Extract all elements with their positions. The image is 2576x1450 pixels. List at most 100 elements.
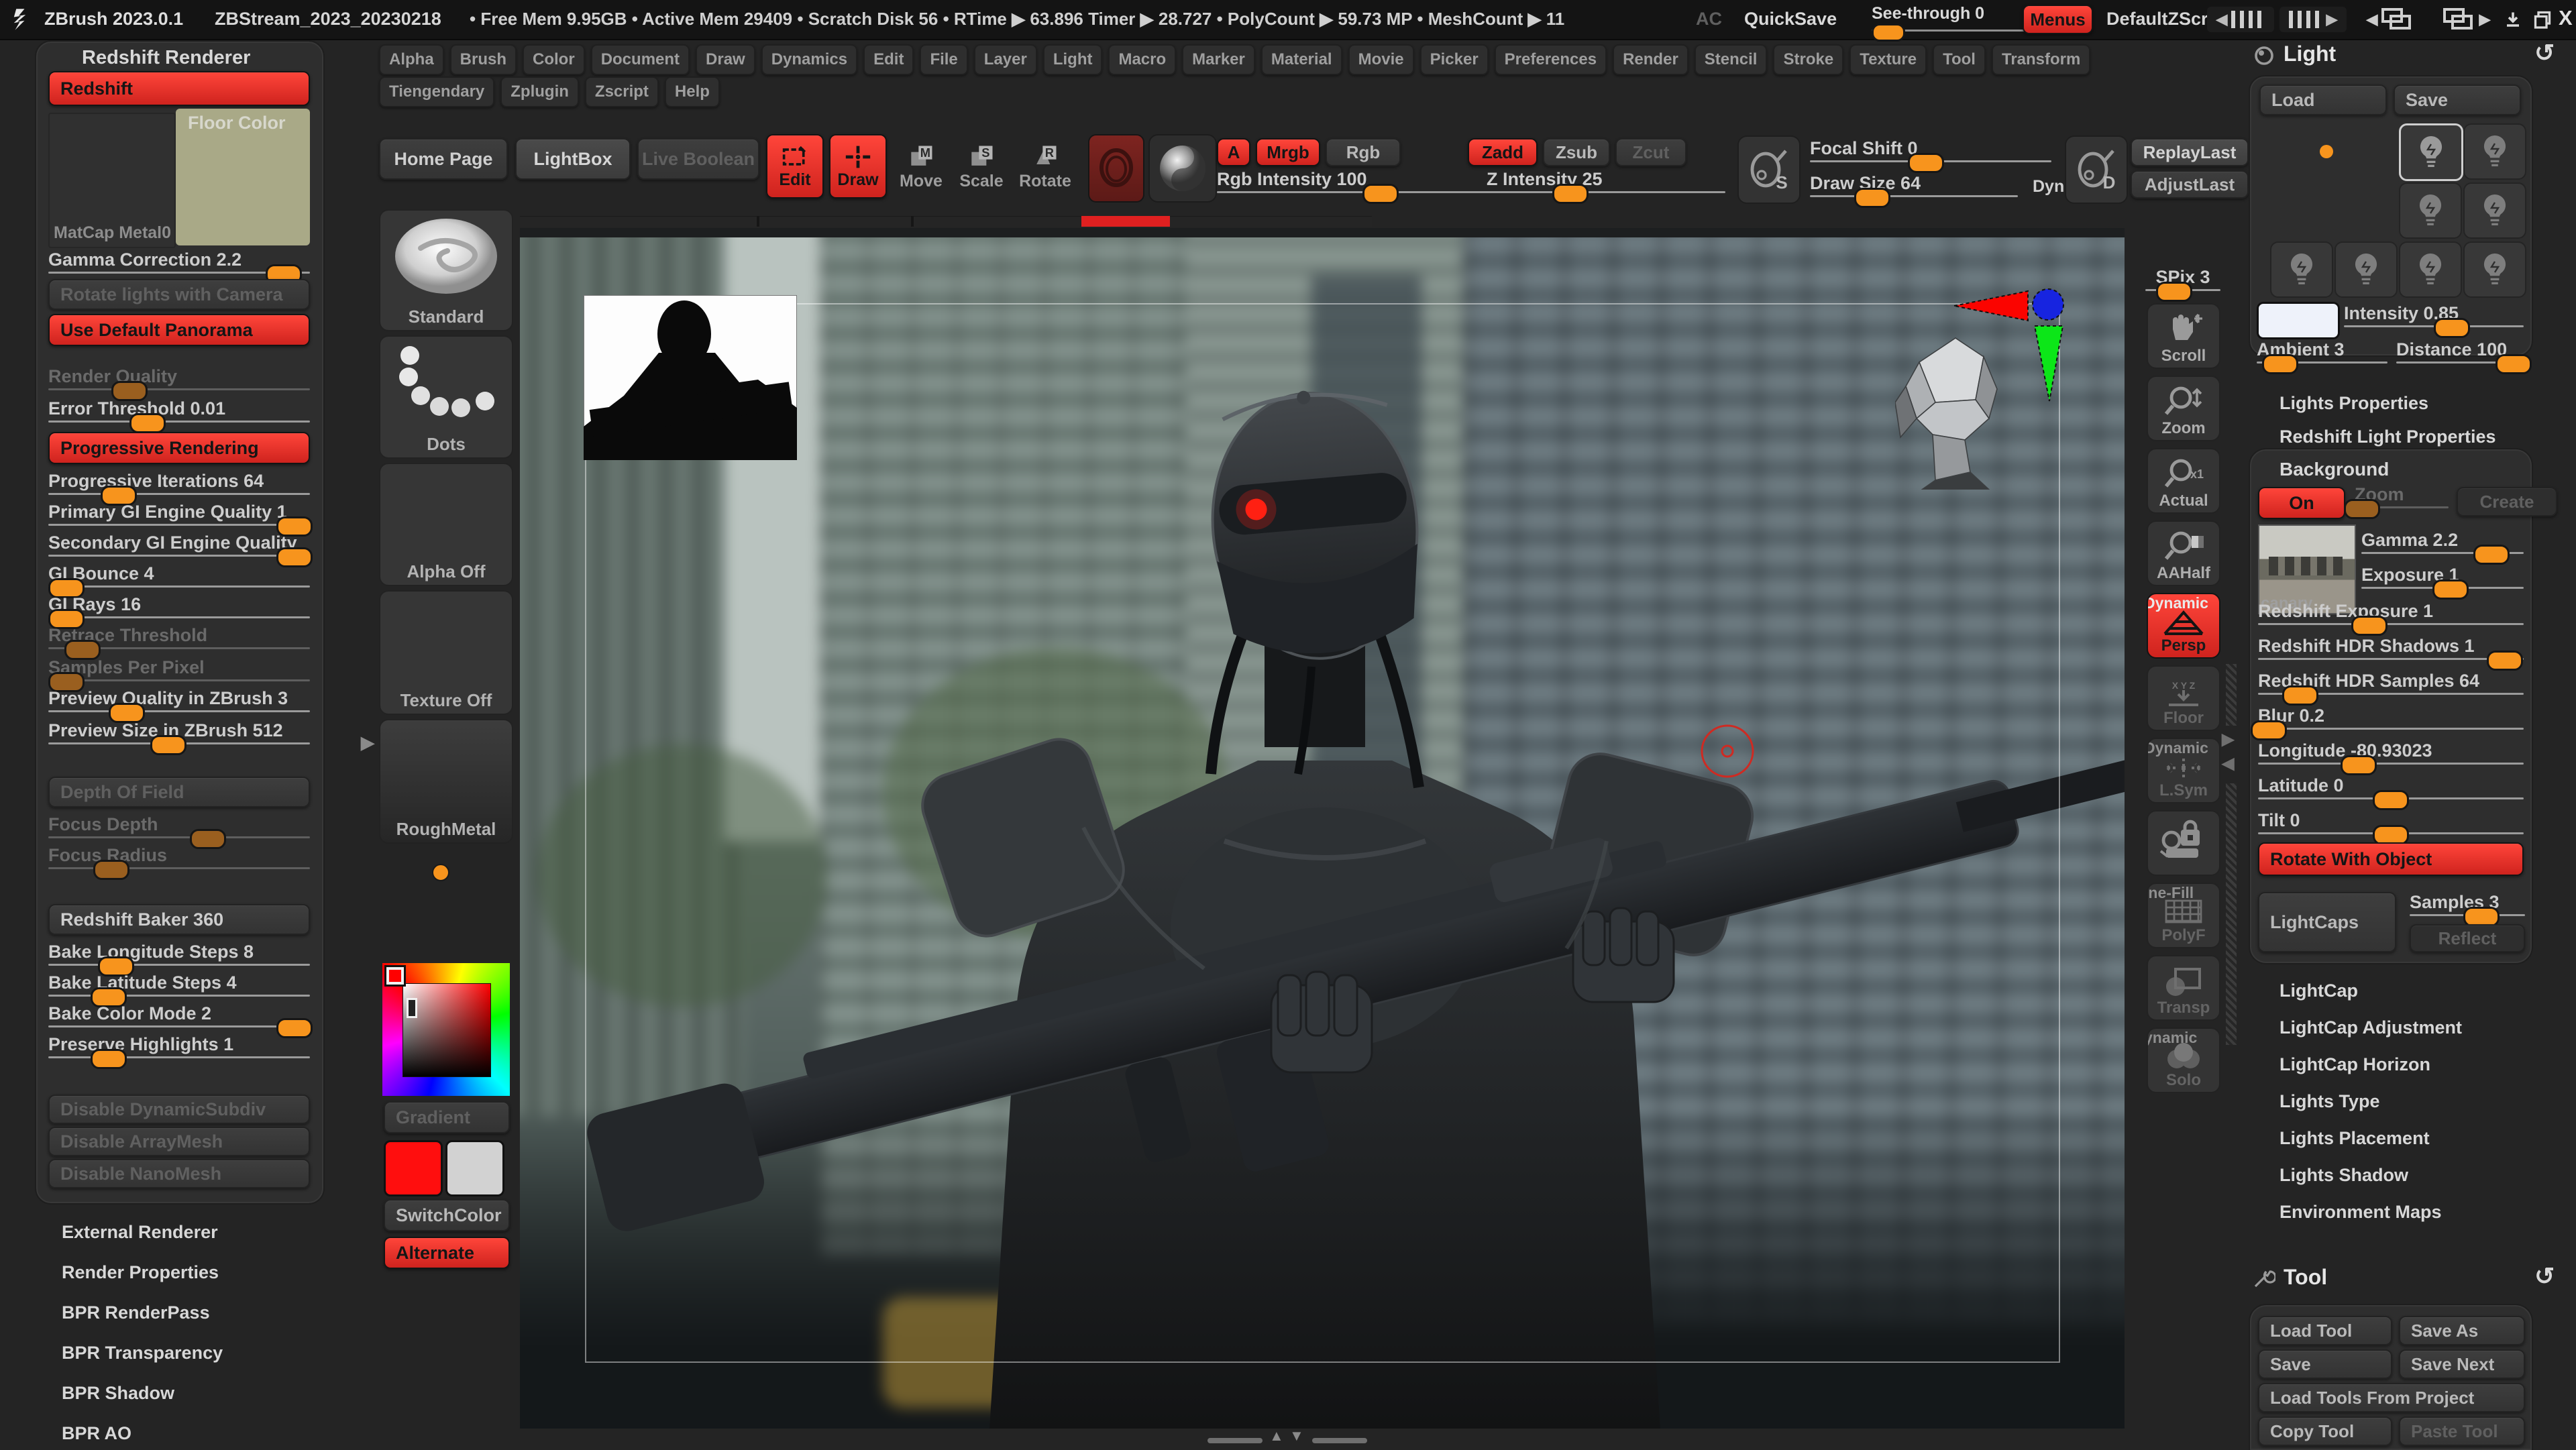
alternate-button[interactable]: Alternate <box>384 1237 510 1269</box>
section-lightcap-adjustment[interactable]: LightCap Adjustment <box>2279 1017 2462 1038</box>
switch-color-button[interactable]: SwitchColor <box>384 1199 510 1231</box>
light-slot-2[interactable] <box>2463 123 2526 180</box>
minimize-icon[interactable] <box>2501 8 2525 31</box>
scroll-button[interactable]: Scroll <box>2147 303 2220 369</box>
use-default-panorama-button[interactable]: Use Default Panorama <box>48 314 310 346</box>
light-slot-4[interactable] <box>2463 182 2526 239</box>
menu-zscript[interactable]: Zscript <box>585 76 659 107</box>
background-exposure-slider[interactable]: Exposure 1 <box>2361 565 2524 589</box>
save-button[interactable]: Save <box>2258 1349 2392 1379</box>
focus-radius-slider[interactable]: Focus Radius <box>48 845 310 869</box>
latitude-slider[interactable]: Latitude 0 <box>2258 775 2524 799</box>
save-as-button[interactable]: Save As <box>2399 1316 2525 1345</box>
menu-draw[interactable]: Draw <box>696 44 755 75</box>
menu-texture[interactable]: Texture <box>1849 44 1927 75</box>
background-create-button[interactable]: Create <box>2457 487 2557 516</box>
disable-nanomesh-button[interactable]: Disable NanoMesh <box>48 1159 310 1188</box>
menu-stroke[interactable]: Stroke <box>1773 44 1843 75</box>
redshift-baker-button[interactable]: Redshift Baker 360 <box>48 904 310 935</box>
menu-edit[interactable]: Edit <box>863 44 914 75</box>
rgb-intensity-slider[interactable]: Rgb Intensity 100 <box>1217 169 1499 193</box>
tool-reset-icon[interactable]: ↺ <box>2534 1262 2555 1290</box>
close-icon[interactable]: X <box>2559 6 2573 30</box>
menu-transform[interactable]: Transform <box>1992 44 2090 75</box>
z-intensity-slider[interactable]: Z Intensity 25 <box>1487 169 1725 193</box>
section-bpr-ao[interactable]: BPR AO <box>62 1423 131 1444</box>
section-lights-shadow[interactable]: Lights Shadow <box>2279 1165 2408 1186</box>
background-title[interactable]: Background <box>2279 459 2389 480</box>
longitude-slider[interactable]: Longitude -80.93023 <box>2258 740 2524 765</box>
menu-file[interactable]: File <box>920 44 967 75</box>
section-lights-type[interactable]: Lights Type <box>2279 1091 2380 1112</box>
disable-arraymesh-button[interactable]: Disable ArrayMesh <box>48 1127 310 1156</box>
disable-dynamicsubdiv-button[interactable]: Disable DynamicSubdiv <box>48 1095 310 1124</box>
secondary-color-swatch[interactable] <box>445 1140 504 1196</box>
gi-rays-slider[interactable]: GI Rays 16 <box>48 594 310 618</box>
preview-quality-slider[interactable]: Preview Quality in ZBrush 3 <box>48 688 310 712</box>
scroll-up-arrow[interactable]: ▲ <box>1269 1427 1284 1445</box>
gamma-correction-slider[interactable]: Gamma Correction 2.2 <box>48 249 310 274</box>
section-bpr-transparency[interactable]: BPR Transparency <box>62 1343 223 1363</box>
preserve-highlights-slider[interactable]: Preserve Highlights 1 <box>48 1034 310 1058</box>
light-slot-8[interactable] <box>2463 241 2526 298</box>
viewport-canvas[interactable] <box>520 228 2125 1429</box>
menu-preferences[interactable]: Preferences <box>1495 44 1607 75</box>
menu-tool[interactable]: Tool <box>1933 44 1986 75</box>
render-quality-slider[interactable]: Render Quality <box>48 366 310 390</box>
draw-size-slider[interactable]: Draw Size 64 <box>1810 173 2018 197</box>
alpha-cell[interactable]: Alpha Off <box>379 463 513 586</box>
section-lightcap-horizon[interactable]: LightCap Horizon <box>2279 1054 2430 1075</box>
redshift-hdr-shadows-slider[interactable]: Redshift HDR Shadows 1 <box>2258 636 2524 660</box>
mrgb-button[interactable]: Mrgb <box>1256 138 1320 166</box>
retrace-threshold-slider[interactable]: Retrace Threshold <box>48 625 310 649</box>
transp-button[interactable]: Transp <box>2147 955 2220 1021</box>
home-page-button[interactable]: Home Page <box>379 138 508 180</box>
menu-marker[interactable]: Marker <box>1182 44 1255 75</box>
background-gamma-slider[interactable]: Gamma 2.2 <box>2361 530 2524 554</box>
zoom-button[interactable]: Zoom <box>2147 376 2220 441</box>
draw-button[interactable]: Draw <box>829 134 887 199</box>
light-slot-5[interactable] <box>2270 241 2333 298</box>
section-lightcap[interactable]: LightCap <box>2279 981 2358 1001</box>
reflect-button[interactable]: Reflect <box>2410 924 2525 952</box>
section-bpr-shadow[interactable]: BPR Shadow <box>62 1383 174 1404</box>
a-button[interactable]: A <box>1217 138 1250 166</box>
section-environment-maps[interactable]: Environment Maps <box>2279 1202 2442 1223</box>
replay-last-button[interactable]: ReplayLast <box>2131 138 2249 166</box>
rgb-button[interactable]: Rgb <box>1326 138 1401 166</box>
light-position-dot[interactable] <box>2320 145 2333 158</box>
light-slot-3[interactable] <box>2399 182 2462 239</box>
gradient-button[interactable]: Gradient <box>384 1101 510 1133</box>
depth-of-field-button[interactable]: Depth Of Field <box>48 777 310 807</box>
aahalf-button[interactable]: AAHalf <box>2147 520 2220 586</box>
floor-color-swatch[interactable]: Floor Color <box>176 109 310 245</box>
tilt-slider[interactable]: Tilt 0 <box>2258 810 2524 834</box>
menu-document[interactable]: Document <box>591 44 690 75</box>
prev-layout-icon[interactable]: ◀ <box>2356 5 2428 34</box>
menu-macro[interactable]: Macro <box>1108 44 1176 75</box>
restore-icon[interactable] <box>2530 8 2555 31</box>
bake-longitude-slider[interactable]: Bake Longitude Steps 8 <box>48 942 310 966</box>
quicksave-button[interactable]: QuickSave <box>1744 9 1837 30</box>
actual-button[interactable]: x1 Actual <box>2147 448 2220 514</box>
ambient-slider[interactable]: Ambient 3 <box>2257 339 2387 364</box>
blur-slider[interactable]: Blur 0.2 <box>2258 706 2524 730</box>
load-tools-from-project-button[interactable]: Load Tools From Project <box>2258 1383 2525 1412</box>
light-slot-6[interactable] <box>2334 241 2398 298</box>
texture-cell[interactable]: Texture Off <box>379 590 513 715</box>
light-reset-icon[interactable]: ↺ <box>2534 39 2555 67</box>
strip-scroll-prev[interactable]: ◀ <box>2222 754 2234 773</box>
polyf-button[interactable]: ine-Fill PolyF <box>2147 883 2220 948</box>
stroke-s-button[interactable]: S <box>1737 135 1801 204</box>
menu-alpha[interactable]: Alpha <box>379 44 444 75</box>
distance-slider[interactable]: Distance 100 <box>2396 339 2524 364</box>
lightbox-button[interactable]: LightBox <box>515 138 631 180</box>
menu-light[interactable]: Light <box>1043 44 1103 75</box>
hscroll-left-bar[interactable] <box>1208 1438 1263 1443</box>
scroll-down-arrow[interactable]: ▼ <box>1289 1427 1304 1445</box>
scale-button[interactable]: S Scale <box>954 134 1009 199</box>
menu-help[interactable]: Help <box>665 76 720 107</box>
rotate-lights-button[interactable]: Rotate lights with Camera <box>48 279 310 310</box>
stroke-cell[interactable]: Dots <box>379 335 513 459</box>
prev-ui-stripes-icon[interactable]: ◀ <box>2207 7 2274 32</box>
